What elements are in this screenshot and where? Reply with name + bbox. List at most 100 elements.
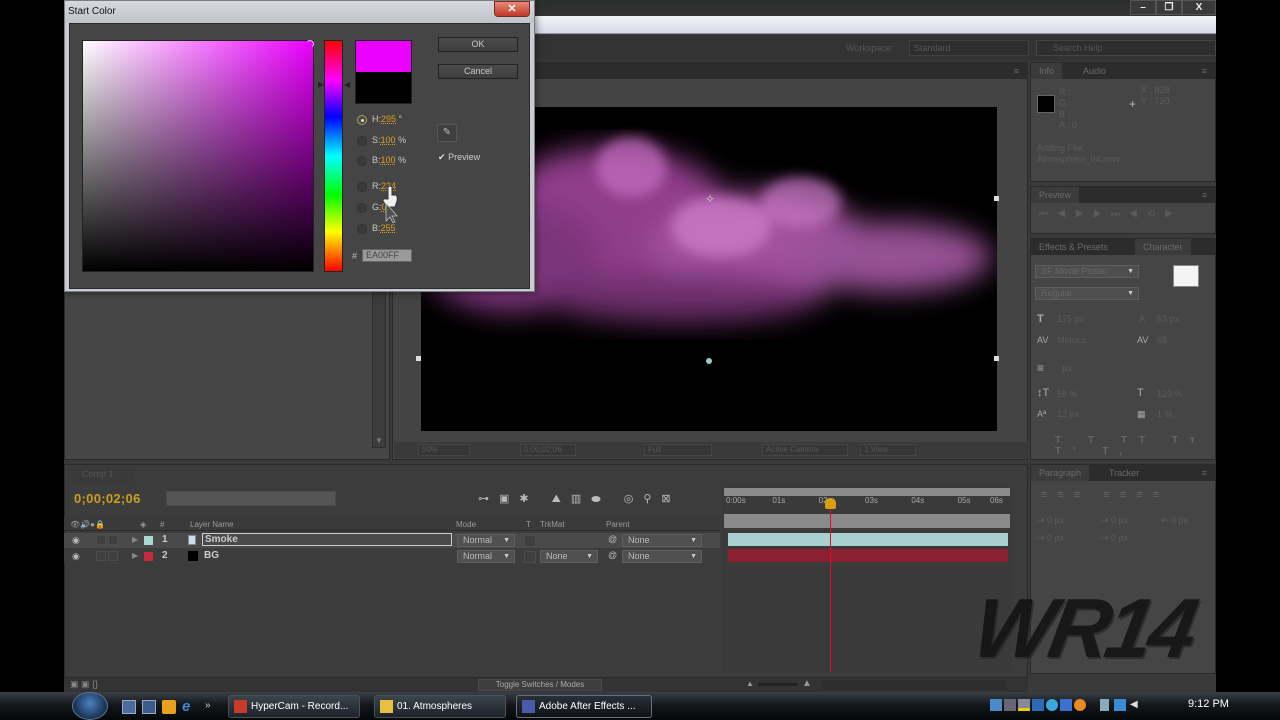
tab-preview[interactable]: Preview: [1031, 187, 1080, 203]
battery-icon[interactable]: [1100, 699, 1109, 711]
toggle-switches-modes-button[interactable]: Toggle Switches / Modes: [478, 679, 602, 691]
field-bl[interactable]: B:255: [372, 223, 396, 233]
layer-handle-right[interactable]: [994, 356, 999, 361]
timeline-switches[interactable]: ⊶▣✱ ⛰▥⬬ ◎⚲⊠: [478, 492, 681, 506]
indent-right[interactable]: ⇤ 0 px: [1161, 515, 1188, 526]
show-desktop-icon[interactable]: [122, 700, 136, 714]
system-clock[interactable]: 9:12 PM: [1188, 698, 1229, 710]
radio-h[interactable]: [357, 115, 367, 125]
solo-switch[interactable]: [96, 551, 106, 561]
work-area-bar[interactable]: [724, 514, 1010, 528]
panel-menu-icon[interactable]: ≡: [1202, 190, 1207, 200]
tray-icon[interactable]: [1074, 699, 1086, 711]
tray-icon[interactable]: [1046, 699, 1058, 711]
minimize-button[interactable]: –: [1130, 0, 1156, 15]
hue-slider[interactable]: [324, 40, 343, 272]
audio-icon[interactable]: ◀: [1129, 209, 1147, 220]
pickwhip-icon[interactable]: @: [608, 550, 617, 560]
layer-bar-smoke[interactable]: [728, 533, 1008, 546]
zoom-slider[interactable]: [758, 683, 798, 686]
leading-value[interactable]: 53 px: [1157, 314, 1179, 324]
label-color[interactable]: [144, 552, 153, 561]
tab-info[interactable]: Info: [1031, 63, 1063, 79]
views-dropdown[interactable]: 1 View: [860, 444, 916, 456]
saturation-brightness-field[interactable]: [82, 40, 314, 272]
layer-row[interactable]: ◉ ▶ 2 BG Normal ▼ None ▼ @ None ▼: [64, 549, 720, 564]
visibility-icon[interactable]: ◉: [72, 551, 80, 562]
mode-dropdown[interactable]: Normal ▼: [457, 534, 515, 547]
col-layer-name[interactable]: Layer Name: [190, 520, 234, 529]
taskbar-button[interactable]: HyperCam - Record...: [228, 695, 360, 718]
close-window-button[interactable]: X: [1182, 0, 1216, 15]
timeline-scrollbar[interactable]: [822, 680, 1006, 690]
tracking-value[interactable]: 68: [1157, 335, 1167, 345]
solo-switch[interactable]: [96, 535, 106, 545]
horizontal-scale-value[interactable]: 123 %: [1157, 389, 1183, 399]
panel-menu-icon[interactable]: ≡: [1202, 468, 1207, 478]
taskbar-button[interactable]: Adobe After Effects ...: [516, 695, 652, 718]
field-value[interactable]: 100: [381, 155, 396, 165]
switch-windows-icon[interactable]: [142, 700, 156, 714]
panel-menu-icon[interactable]: ≡: [1014, 66, 1019, 76]
timeline-search-input[interactable]: [166, 491, 336, 506]
timeline-current-time[interactable]: 0;00;02;06: [74, 491, 141, 506]
last-frame-icon[interactable]: ⏭: [1111, 209, 1129, 220]
network-status-icon[interactable]: [1114, 699, 1126, 711]
zoom-in-icon[interactable]: ▲: [802, 678, 812, 689]
expand-icon[interactable]: ▶: [132, 535, 138, 544]
layer-handle-left[interactable]: [416, 356, 421, 361]
indent-left[interactable]: ⇥ 0 px: [1037, 515, 1064, 526]
radio-b[interactable]: [357, 156, 367, 166]
field-value[interactable]: 100: [381, 135, 396, 145]
panel-menu-icon[interactable]: ≡: [1202, 66, 1207, 76]
baseline-shift-value[interactable]: 12 px: [1057, 409, 1079, 419]
preserve-transparency[interactable]: [524, 535, 536, 547]
mode-dropdown[interactable]: Normal ▼: [457, 550, 515, 563]
radio-r[interactable]: [357, 182, 367, 192]
tab-paragraph[interactable]: Paragraph: [1031, 465, 1090, 481]
volume-icon[interactable]: ◀: [1130, 699, 1142, 711]
tray-icon[interactable]: [1032, 699, 1044, 711]
current-time-display[interactable]: 0;00;02;06: [520, 444, 576, 456]
font-size-value[interactable]: 175 px: [1057, 314, 1084, 324]
ram-preview-icon[interactable]: ▶: [1164, 209, 1182, 220]
layer-handle-midright[interactable]: [994, 196, 999, 201]
vertical-scale-value[interactable]: 58 %: [1057, 389, 1078, 399]
parent-dropdown[interactable]: None ▼: [622, 550, 702, 563]
more-quicklaunch-icon[interactable]: »: [205, 700, 219, 714]
field-value[interactable]: 295: [381, 114, 396, 124]
zoom-out-icon[interactable]: ▲: [746, 679, 754, 688]
hue-slider-left-arrow[interactable]: ▶: [318, 80, 324, 89]
workspace-dropdown[interactable]: Standard: [909, 40, 1029, 56]
network-icon[interactable]: [1060, 699, 1072, 711]
next-frame-icon[interactable]: ▶: [1093, 209, 1111, 220]
tsume-value[interactable]: 1 %: [1157, 409, 1173, 419]
magnification-dropdown[interactable]: 50%: [418, 444, 470, 456]
timeline-footer-icons[interactable]: ▣ ▣ {}: [70, 679, 98, 690]
hex-input[interactable]: EA00FF: [362, 249, 412, 262]
layer-row[interactable]: ◉ ▶ 1 Smoke Normal ▼ @ None ▼: [64, 533, 720, 548]
font-family-dropdown[interactable]: SF Movie Poster ▼: [1035, 265, 1139, 278]
cancel-button[interactable]: Cancel: [438, 64, 518, 79]
current-time-indicator[interactable]: [829, 500, 831, 672]
radio-bl[interactable]: [357, 224, 367, 234]
time-navigator[interactable]: [724, 488, 1010, 496]
fill-color-swatch[interactable]: [1173, 265, 1199, 287]
layer-name[interactable]: BG: [204, 550, 219, 561]
pickwhip-icon[interactable]: @: [608, 534, 617, 544]
play-icon[interactable]: ▶: [1075, 209, 1093, 220]
search-help-input[interactable]: Search Help: [1036, 40, 1216, 56]
scroll-down-icon[interactable]: ▼: [375, 436, 383, 445]
playhead-handle[interactable]: [824, 498, 836, 509]
prev-frame-icon[interactable]: ◀: [1057, 209, 1075, 220]
tab-tracker[interactable]: Tracker: [1101, 465, 1148, 481]
lock-switch[interactable]: [108, 551, 118, 561]
first-frame-icon[interactable]: ⏮: [1039, 209, 1057, 220]
outlook-icon[interactable]: [162, 700, 176, 714]
preserve-transparency[interactable]: [524, 551, 536, 563]
field-h[interactable]: H:295 °: [372, 114, 402, 124]
field-value[interactable]: 255: [381, 223, 396, 233]
tab-audio[interactable]: Audio: [1075, 63, 1115, 79]
start-button[interactable]: [72, 692, 108, 720]
tray-icon[interactable]: [990, 699, 1002, 711]
